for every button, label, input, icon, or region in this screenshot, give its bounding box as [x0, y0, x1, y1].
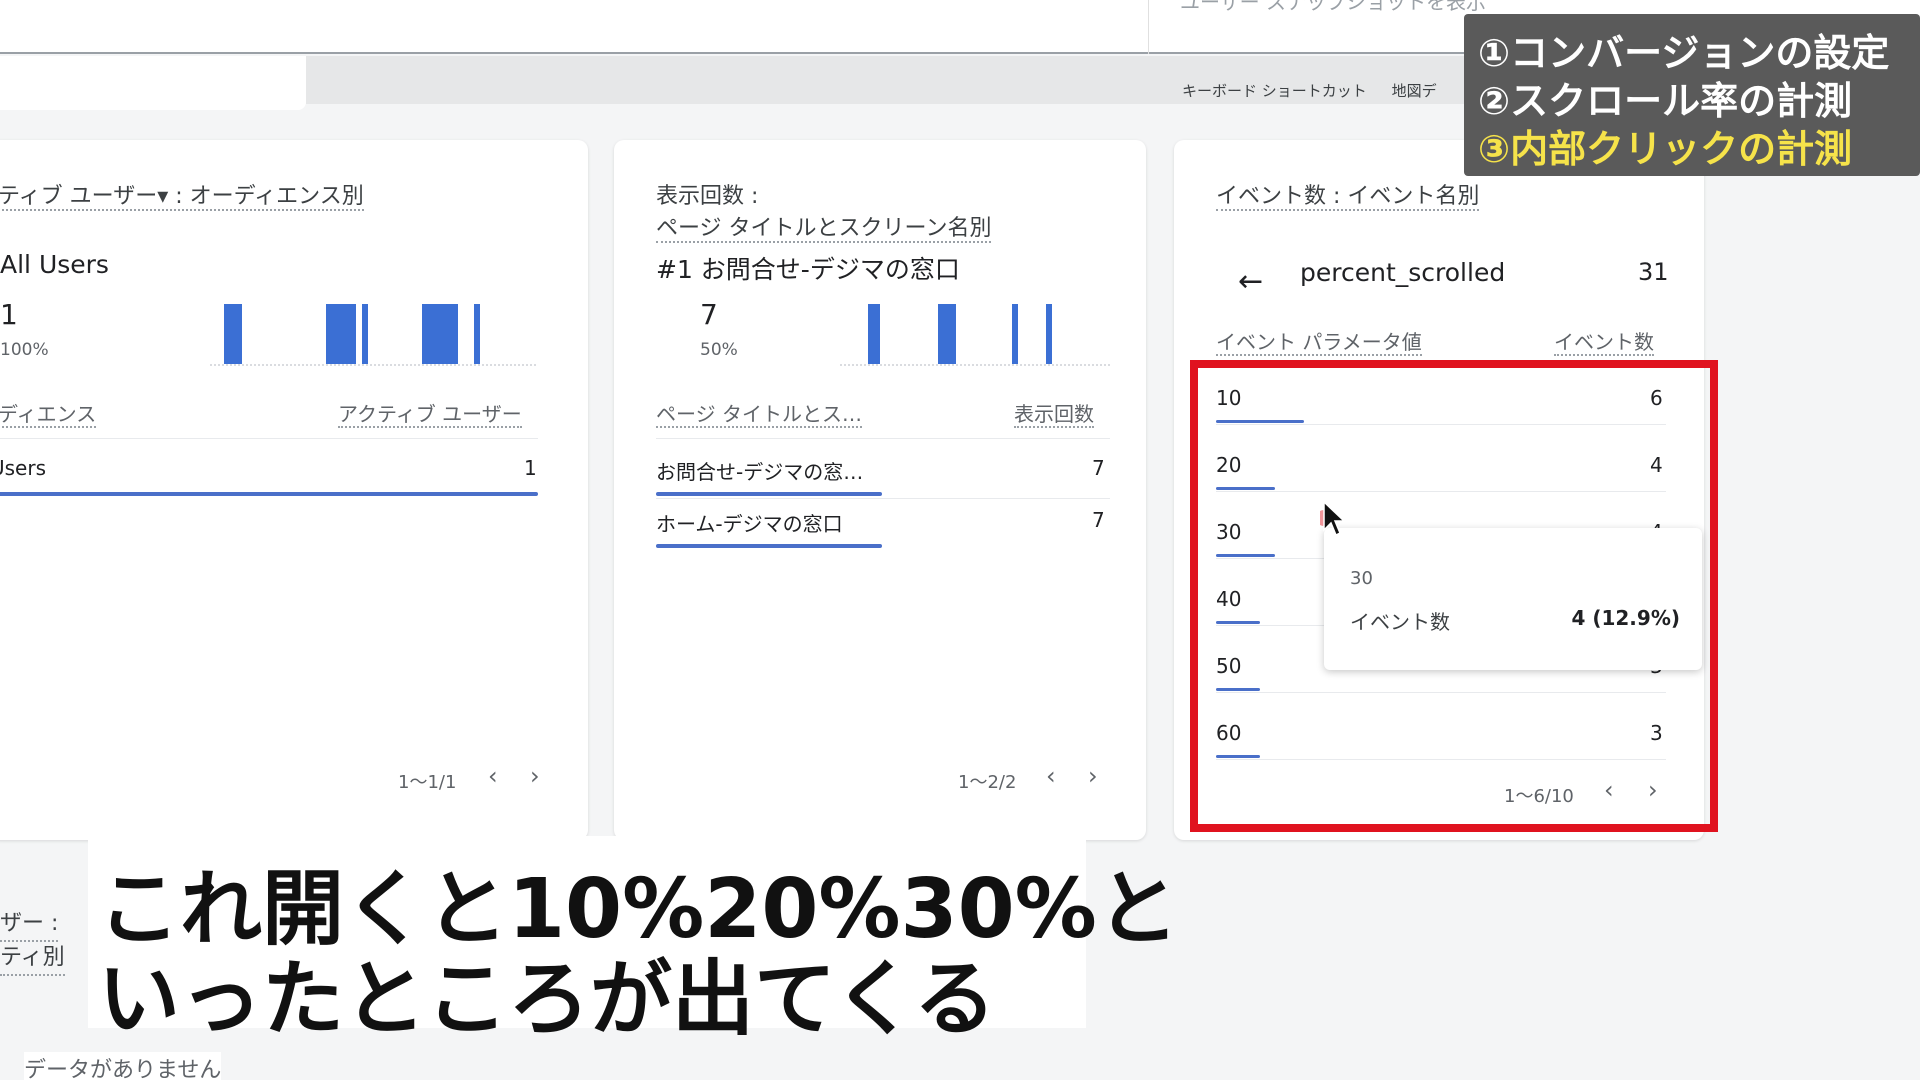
sparkline-bar	[362, 304, 368, 364]
pagination-label: 1〜1/1	[398, 772, 457, 793]
table-row-value: 7	[1092, 508, 1105, 532]
sparkline-bar	[452, 304, 458, 364]
table-row-label[interactable]: ホーム-デジマの窓口	[656, 508, 843, 537]
sparkline-bar	[874, 304, 880, 364]
video-subtitle: これ開くと10%20%30%と いったところが出てくる	[88, 836, 1179, 1047]
card-title[interactable]: ティブ ユーザー▾ : オーディエンス別	[0, 182, 364, 212]
sparkline-chart	[210, 296, 536, 366]
prev-page-icon[interactable]: ‹	[488, 762, 498, 790]
column-header-parameter-value[interactable]: イベント パラメータ値	[1216, 326, 1422, 356]
metric-percent: 50%	[700, 340, 738, 360]
sparkline-bar	[1012, 304, 1018, 364]
sparkline-bar	[350, 304, 356, 364]
sparkline-bar	[950, 304, 956, 364]
prev-page-icon[interactable]: ‹	[1046, 762, 1056, 790]
top-item-label: #1 お問合せ-デジマの窓口	[656, 255, 960, 284]
map-data-link[interactable]: 地図デ	[1392, 82, 1437, 100]
keyboard-shortcuts-link[interactable]: キーボード ショートカット	[1182, 82, 1367, 100]
column-header-audience[interactable]: ディエンス	[0, 398, 97, 428]
views-by-page-title-card: 表示回数 : ページ タイトルとスクリーン名別 #1 お問合せ-デジマの窓口 7…	[614, 140, 1146, 840]
row-share-bar	[0, 492, 538, 496]
next-page-icon[interactable]: ›	[1088, 762, 1098, 790]
mouse-cursor-icon	[1320, 500, 1346, 537]
active-users-by-audience-card: ティブ ユーザー▾ : オーディエンス別 All Users 1 100% ディ…	[0, 140, 588, 840]
topic-overlay: ①コンバージョンの設定 ②スクロール率の計測 ③内部クリックの計測	[1464, 14, 1920, 176]
next-page-icon[interactable]: ›	[530, 762, 540, 790]
column-header-event-count[interactable]: イベント数	[1554, 326, 1654, 356]
tooltip-metric-label: イベント数	[1350, 610, 1450, 634]
header-divider	[1148, 0, 1149, 54]
divider	[656, 438, 1110, 439]
user-snapshot-link[interactable]: ユーザー スナップショットを表示	[1180, 0, 1486, 15]
card-subtitle[interactable]: ページ タイトルとスクリーン名別	[656, 214, 992, 244]
topic-item-1: ①コンバージョンの設定	[1478, 31, 1890, 75]
divider	[656, 498, 1110, 499]
row-share-bar	[656, 492, 882, 496]
row-tooltip: 30 イベント数 4 (12.9%)	[1324, 528, 1702, 670]
map-shortcuts: キーボード ショートカット 地図デ	[1182, 80, 1457, 101]
event-name: percent_scrolled	[1300, 258, 1506, 287]
column-header-views[interactable]: 表示回数	[1014, 398, 1094, 428]
card-title[interactable]: 表示回数 :	[656, 182, 758, 212]
row-share-bar	[656, 544, 882, 548]
table-row-label[interactable]: Users	[0, 456, 46, 480]
tooltip-param: 30	[1350, 568, 1373, 589]
column-header-page-title[interactable]: ページ タイトルとス…	[656, 398, 862, 428]
metric-percent: 100%	[0, 340, 49, 360]
back-arrow-icon[interactable]: ←	[1238, 264, 1263, 299]
segment-name: All Users	[0, 250, 109, 279]
tooltip-metric-value: 4 (12.9%)	[1571, 606, 1680, 630]
sparkline-bar	[474, 304, 480, 364]
subtitle-line-2: いったところが出てくる	[98, 952, 996, 1047]
metric-value: 1	[0, 298, 18, 331]
topic-item-2: ②スクロール率の計測	[1478, 79, 1853, 123]
sparkline-chart	[840, 296, 1110, 366]
table-row-value: 7	[1092, 456, 1105, 480]
column-header-active-users[interactable]: アクティブ ユーザー	[338, 398, 522, 428]
pagination-label: 1〜2/2	[958, 772, 1017, 793]
card-title[interactable]: イベント数 : イベント名別	[1216, 182, 1480, 212]
sparkline-bar	[1046, 304, 1052, 364]
sparkline-bar	[236, 304, 242, 364]
topic-item-3: ③内部クリックの計測	[1478, 127, 1853, 171]
table-row-label[interactable]: お問合せ-デジマの窓…	[656, 456, 863, 485]
table-row-value: 1	[524, 456, 537, 480]
no-data-message: データがありません	[24, 1052, 222, 1080]
left-header-panel	[0, 56, 306, 110]
metric-value: 7	[700, 298, 718, 331]
left-fragment-title[interactable]: ザー : ティ別	[0, 908, 65, 976]
divider	[0, 438, 538, 439]
event-total: 31	[1638, 258, 1669, 286]
